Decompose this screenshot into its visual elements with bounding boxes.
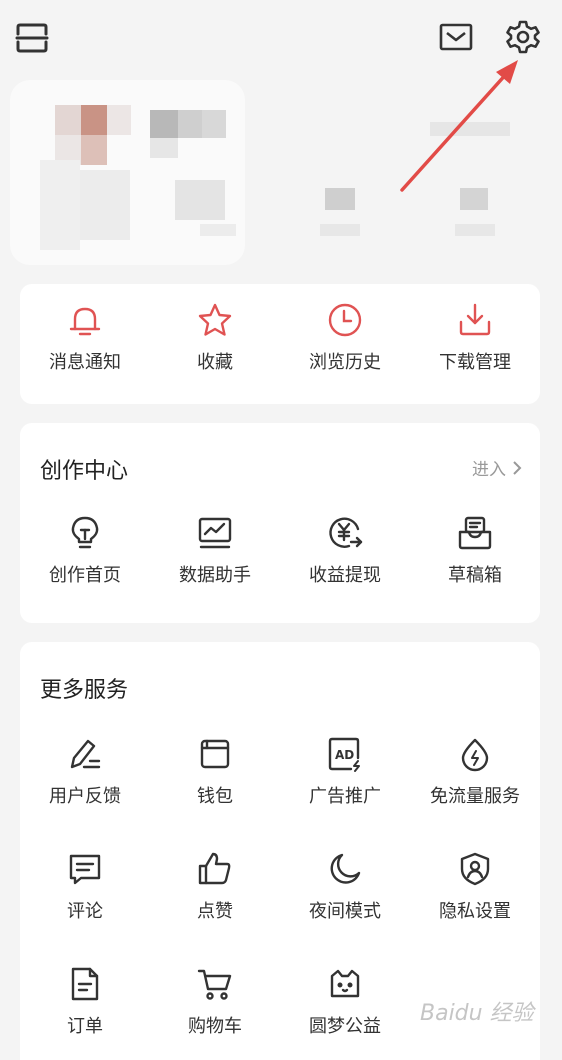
wallet-button[interactable]: 钱包 <box>150 736 280 808</box>
creation-center-enter-link[interactable]: 进入 <box>472 455 522 480</box>
earnings-withdraw-label: 收益提现 <box>309 565 381 586</box>
ad-promotion-label: 广告推广 <box>309 786 381 807</box>
chart-monitor-icon <box>198 517 232 549</box>
charity-label: 圆梦公益 <box>309 1016 381 1037</box>
more-services-title: 更多服务 <box>40 678 129 703</box>
orders-label: 订单 <box>67 1016 103 1037</box>
likes-label: 点赞 <box>197 901 233 922</box>
draft-box-icon <box>458 516 492 550</box>
data-free-service-button[interactable]: 免流量服务 <box>410 736 540 808</box>
enter-label: 进入 <box>472 460 506 480</box>
moon-icon <box>330 853 361 884</box>
comments-button[interactable]: 评论 <box>20 851 150 923</box>
drafts-button[interactable]: 草稿箱 <box>410 515 540 587</box>
annotation-arrow <box>400 60 518 192</box>
svg-text:AD: AD <box>335 748 354 762</box>
wallet-icon <box>200 739 230 769</box>
data-assistant-label: 数据助手 <box>179 565 251 586</box>
night-mode-button[interactable]: 夜间模式 <box>280 851 410 923</box>
charity-button[interactable]: 圆梦公益 <box>280 966 410 1038</box>
earnings-withdraw-button[interactable]: 收益提现 <box>280 515 410 587</box>
charity-cat-icon <box>330 969 360 998</box>
comments-label: 评论 <box>67 901 103 922</box>
night-mode-label: 夜间模式 <box>309 901 381 922</box>
download-icon <box>459 303 491 336</box>
data-free-icon <box>461 738 489 772</box>
drafts-label: 草稿箱 <box>448 565 502 586</box>
downloads-label: 下载管理 <box>439 352 511 373</box>
orders-button[interactable]: 订单 <box>20 966 150 1038</box>
feedback-button[interactable]: 用户反馈 <box>20 736 150 808</box>
ad-icon: AD <box>328 737 360 772</box>
watermark: Baidu 经验 <box>420 1001 534 1026</box>
star-icon <box>198 303 232 336</box>
data-assistant-button[interactable]: 数据助手 <box>150 515 280 587</box>
history-button[interactable]: 浏览历史 <box>280 302 410 374</box>
notifications-button[interactable]: 消息通知 <box>20 302 150 374</box>
creation-home-button[interactable]: 创作首页 <box>20 515 150 587</box>
ad-promotion-button[interactable]: AD 广告推广 <box>280 736 410 808</box>
yuan-withdraw-icon <box>329 517 363 548</box>
lightbulb-icon <box>71 516 99 549</box>
favorites-label: 收藏 <box>197 352 233 373</box>
pen-feedback-icon <box>70 739 101 769</box>
cart-button[interactable]: 购物车 <box>150 966 280 1038</box>
privacy-settings-button[interactable]: 隐私设置 <box>410 851 540 923</box>
cart-label: 购物车 <box>188 1016 242 1037</box>
history-label: 浏览历史 <box>309 352 381 373</box>
order-doc-icon <box>71 967 99 1001</box>
favorites-button[interactable]: 收藏 <box>150 302 280 374</box>
privacy-settings-label: 隐私设置 <box>439 901 511 922</box>
comment-icon <box>69 854 101 885</box>
wallet-label: 钱包 <box>197 786 233 807</box>
creation-center-title: 创作中心 <box>40 459 129 484</box>
bell-icon <box>69 307 101 336</box>
cart-icon <box>197 969 232 1000</box>
thumbs-up-icon <box>198 852 231 885</box>
creation-center-card: 创作中心 进入 创作首页 数据助手 收益提现 草稿箱 <box>20 423 540 623</box>
feedback-label: 用户反馈 <box>49 786 121 807</box>
likes-button[interactable]: 点赞 <box>150 851 280 923</box>
downloads-button[interactable]: 下载管理 <box>410 302 540 374</box>
chevron-right-icon <box>513 460 522 475</box>
quick-actions-card: 消息通知 收藏 浏览历史 下载管理 <box>20 284 540 404</box>
clock-icon <box>328 303 362 337</box>
privacy-shield-icon <box>460 852 490 886</box>
creation-home-label: 创作首页 <box>49 565 121 586</box>
data-free-service-label: 免流量服务 <box>430 786 520 807</box>
notifications-label: 消息通知 <box>49 352 121 373</box>
